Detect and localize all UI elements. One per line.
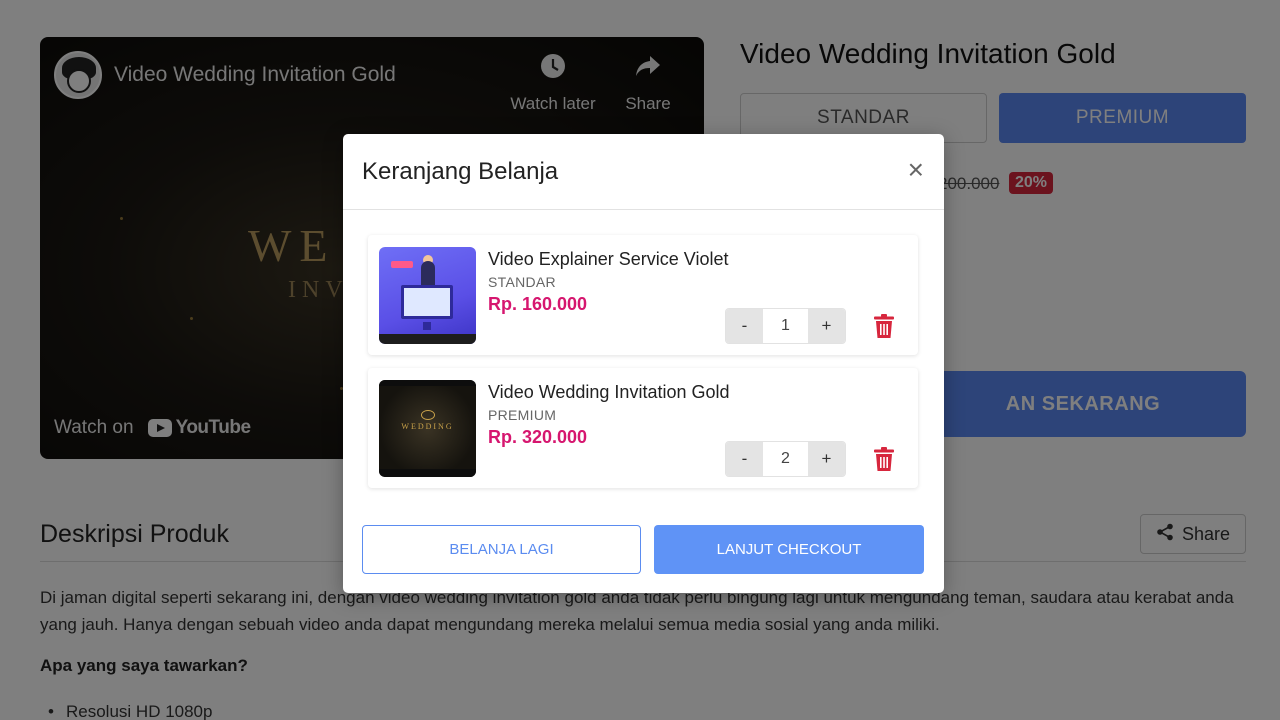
close-icon[interactable]: × (908, 156, 924, 184)
item-price: Rp. 320.000 (488, 427, 588, 447)
checkout-button[interactable]: LANJUT CHECKOUT (654, 525, 924, 574)
cart-modal: Keranjang Belanja × Video Explainer Serv… (343, 134, 944, 593)
item-variant: PREMIUM (488, 407, 557, 423)
item-variant: STANDAR (488, 274, 556, 290)
trash-icon[interactable] (873, 447, 895, 477)
cart-item: Video Explainer Service Violet STANDAR R… (368, 235, 918, 355)
modal-title: Keranjang Belanja (362, 158, 559, 185)
quantity-stepper: - 2 + (725, 441, 846, 477)
modal-header: Keranjang Belanja × (343, 134, 944, 210)
item-name[interactable]: Video Explainer Service Violet (488, 249, 728, 270)
item-name[interactable]: Video Wedding Invitation Gold (488, 382, 730, 403)
quantity-value[interactable]: 2 (763, 442, 808, 476)
increase-button[interactable]: + (808, 442, 845, 476)
quantity-value[interactable]: 1 (763, 309, 808, 343)
quantity-stepper: - 1 + (725, 308, 846, 344)
product-thumbnail[interactable]: WEDDING (379, 380, 476, 477)
item-price: Rp. 160.000 (488, 294, 588, 314)
increase-button[interactable]: + (808, 309, 845, 343)
decrease-button[interactable]: - (726, 442, 763, 476)
continue-shopping-button[interactable]: BELANJA LAGI (362, 525, 641, 574)
product-thumbnail[interactable] (379, 247, 476, 344)
trash-icon[interactable] (873, 314, 895, 344)
decrease-button[interactable]: - (726, 309, 763, 343)
cart-item: WEDDING Video Wedding Invitation Gold PR… (368, 368, 918, 488)
